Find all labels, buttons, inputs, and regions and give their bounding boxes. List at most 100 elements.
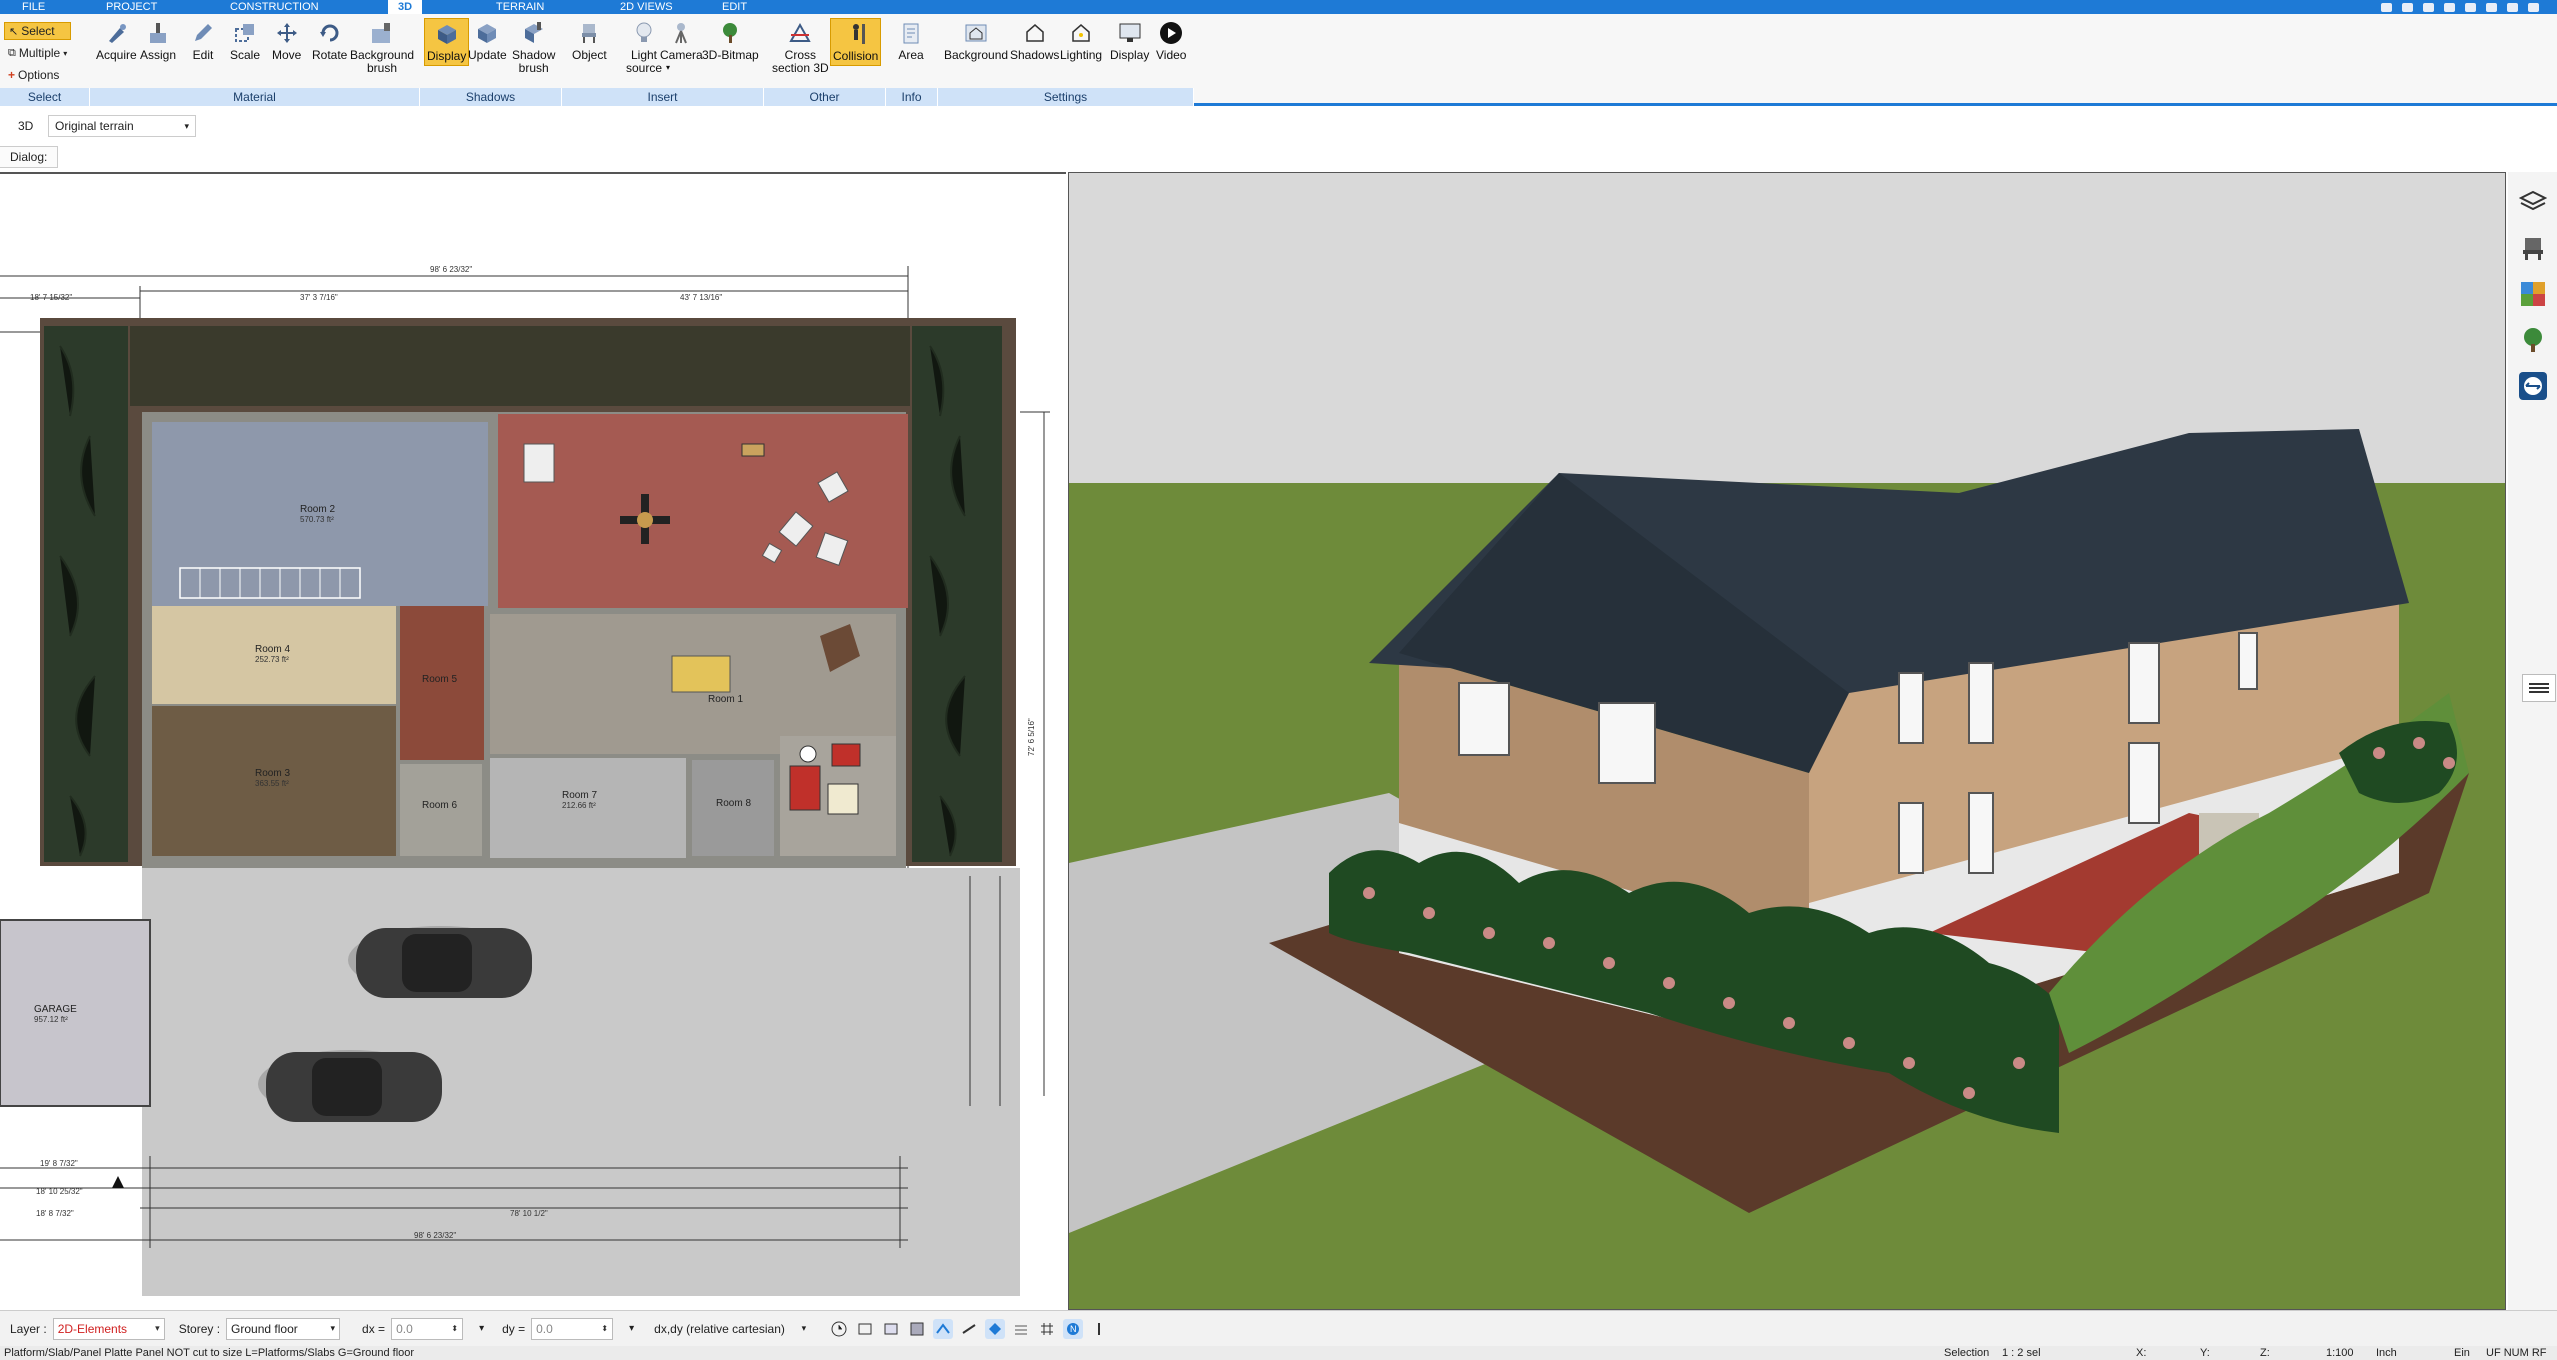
more-icon[interactable]	[1089, 1319, 1109, 1339]
shadow-brush-button[interactable]: Shadow brush	[512, 20, 555, 75]
room-4-area: 252.73 ft²	[255, 655, 289, 664]
restore-icon[interactable]	[2507, 2, 2518, 12]
display-shadows-button[interactable]: Display	[424, 18, 470, 66]
tab-project[interactable]: PROJECT	[100, 0, 163, 14]
assign-button[interactable]: Assign	[140, 20, 176, 62]
video-button[interactable]: Video	[1156, 20, 1186, 62]
remote-control-icon[interactable]	[2517, 370, 2549, 402]
dim-right: 72' 6 5/16"	[1027, 718, 1036, 756]
camera-button[interactable]: Camera	[660, 20, 703, 62]
room-1-label: Room 1	[708, 694, 743, 705]
edit-material-button[interactable]: Edit	[190, 20, 216, 62]
hedge-left	[44, 326, 128, 862]
area-icon	[898, 20, 924, 46]
snap-icon[interactable]	[855, 1319, 875, 1339]
status-y: Y:	[2200, 1347, 2210, 1359]
floorplan-2d-view[interactable]: 98' 6 23/32" 37' 3 7/16" 43' 7 13/16" 18…	[0, 176, 1066, 1296]
select-button[interactable]: ↖ Select	[4, 22, 72, 40]
dy-input[interactable]: 0.0 ⬍	[531, 1317, 614, 1340]
input-bar: Layer : 2D-Elements ▾ Storey : Ground flo…	[0, 1310, 2557, 1346]
lock-icon[interactable]: ▾	[629, 1323, 634, 1334]
floorplan-canvas[interactable]: 98' 6 23/32" 37' 3 7/16" 43' 7 13/16" 18…	[0, 176, 1066, 1296]
tab-edit[interactable]: EDIT	[716, 0, 753, 14]
right-toolbar	[2508, 172, 2557, 1310]
collision-button[interactable]: Collision	[830, 18, 882, 66]
3d-viewport[interactable]	[1068, 172, 2506, 1310]
3d-bitmap-button[interactable]: 3D-Bitmap	[702, 20, 759, 62]
garage-label: GARAGE	[34, 1004, 77, 1015]
snap-icon[interactable]	[907, 1319, 927, 1339]
lock-icon[interactable]: ▾	[479, 1323, 484, 1334]
snap-icon[interactable]	[959, 1319, 979, 1339]
materials-icon[interactable]	[2517, 278, 2549, 310]
tab-construction[interactable]: CONSTRUCTION	[224, 0, 325, 14]
options-button[interactable]: + Options	[4, 66, 71, 84]
storey-dropdown[interactable]: Ground floor ▾	[226, 1317, 341, 1340]
tab-file[interactable]: FILE	[16, 0, 51, 14]
minimize-icon[interactable]	[2486, 2, 2497, 12]
quick-access-icon[interactable]	[2402, 2, 2413, 12]
layer-dropdown[interactable]: 2D-Elements ▾	[52, 1317, 165, 1340]
close-icon[interactable]	[2528, 2, 2539, 12]
dx-input[interactable]: 0.0 ⬍	[391, 1317, 464, 1340]
update-shadows-button[interactable]: Update	[468, 20, 507, 62]
shadows-settings-button[interactable]: Shadows	[1010, 20, 1059, 62]
terrace[interactable]	[498, 414, 908, 608]
grid-icon[interactable]	[1037, 1319, 1057, 1339]
layer-label: Layer :	[10, 1321, 47, 1336]
snap-icon[interactable]	[933, 1318, 954, 1339]
cross-section-3d-button[interactable]: Cross section 3D	[772, 20, 829, 75]
insert-object-button[interactable]: Object	[572, 20, 607, 62]
coordinate-mode-dropdown[interactable]: dx,dy (relative cartesian) ▾	[650, 1318, 810, 1340]
tab-3d[interactable]: 3D	[388, 0, 422, 14]
shadow-brush-icon	[521, 20, 547, 46]
multiple-button[interactable]: ⧉ Multiple ▾	[4, 44, 71, 62]
status-z: Z:	[2260, 1347, 2270, 1359]
camera-icon	[668, 20, 694, 46]
terrain-dropdown[interactable]: Original terrain ▾	[48, 115, 196, 137]
dim-bottom-d: 78' 10 1/2"	[510, 1209, 548, 1218]
svg-text:N: N	[1070, 1324, 1077, 1334]
background-settings-button[interactable]: Background	[944, 20, 1008, 62]
cursor-icon: ↖	[9, 25, 19, 38]
help-icon[interactable]	[2465, 2, 2476, 12]
tab-2d-views[interactable]: 2D VIEWS	[614, 0, 679, 14]
chevron-down-icon: ▾	[666, 63, 671, 72]
snap-icon[interactable]	[1011, 1319, 1031, 1339]
snap-icon[interactable]	[881, 1319, 901, 1339]
background-brush-button[interactable]: Background brush	[350, 20, 414, 75]
quick-access-icon[interactable]	[2423, 2, 2434, 12]
tree-icon[interactable]	[2517, 324, 2549, 356]
layers-icon[interactable]	[2517, 186, 2549, 218]
group-label-select: Select	[0, 88, 90, 106]
rotate-button[interactable]: Rotate	[312, 20, 347, 62]
room-3-area: 363.55 ft²	[255, 779, 289, 788]
ortho-icon[interactable]: N	[1063, 1318, 1084, 1339]
dim-bottom-b: 18' 10 25/32"	[36, 1187, 83, 1196]
snap-icon[interactable]	[985, 1318, 1006, 1339]
ribbon-tab-bar: FILE PROJECT CONSTRUCTION 3D TERRAIN 2D …	[0, 0, 2557, 14]
lighting-settings-button[interactable]: Lighting	[1060, 20, 1102, 62]
status-units: Inch	[2376, 1347, 2397, 1359]
room-3-label: Room 3	[255, 768, 290, 779]
panel-toggle-button[interactable]	[2522, 674, 2556, 702]
3d-scene[interactable]	[1069, 173, 2506, 1310]
view-selector: 3D Original terrain ▾	[0, 112, 200, 140]
status-scale: 1:100	[2326, 1347, 2354, 1359]
clock-icon[interactable]	[829, 1319, 849, 1339]
room-2-area: 570.73 ft²	[300, 515, 334, 524]
chair-icon[interactable]	[2517, 232, 2549, 264]
room-6-label: Room 6	[422, 800, 457, 811]
cube-refresh-icon	[474, 20, 500, 46]
display-settings-button[interactable]: Display	[1110, 20, 1149, 62]
quick-access-icon[interactable]	[2381, 2, 2392, 12]
area-button[interactable]: Area	[898, 20, 924, 62]
acquire-button[interactable]: Acquire	[96, 20, 137, 62]
scale-button[interactable]: Scale	[230, 20, 260, 62]
monitor-icon	[1117, 20, 1143, 46]
play-icon	[1158, 20, 1184, 46]
move-icon	[274, 20, 300, 46]
move-button[interactable]: Move	[272, 20, 301, 62]
tab-terrain[interactable]: TERRAIN	[490, 0, 550, 14]
quick-access-icon[interactable]	[2444, 2, 2455, 12]
